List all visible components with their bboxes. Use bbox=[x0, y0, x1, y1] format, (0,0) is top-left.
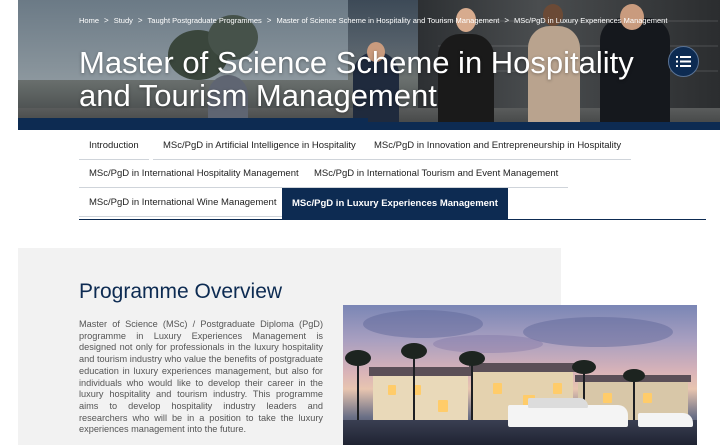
breadcrumb-taught-postgraduate-link[interactable]: Taught Postgraduate Programmes bbox=[148, 16, 262, 25]
cloud bbox=[523, 317, 673, 347]
overview-heading: Programme Overview bbox=[79, 280, 283, 303]
lit-window bbox=[493, 383, 502, 394]
lit-window bbox=[643, 393, 652, 403]
programme-tabs: Introduction MSc/PgD in Artificial Intel… bbox=[79, 131, 706, 220]
yacht bbox=[638, 413, 693, 427]
villa bbox=[373, 375, 468, 420]
list-icon bbox=[676, 56, 691, 67]
tab-introduction[interactable]: Introduction bbox=[79, 131, 149, 160]
lit-window bbox=[553, 383, 562, 394]
tab-international-hospitality[interactable]: MSc/PgD in International Hospitality Man… bbox=[79, 159, 309, 188]
tab-international-wine[interactable]: MSc/PgD in International Wine Management bbox=[79, 188, 287, 217]
breadcrumb-home-link[interactable]: Home bbox=[79, 16, 99, 25]
yacht bbox=[508, 405, 628, 427]
tab-luxury-experiences-active[interactable]: MSc/PgD in Luxury Experiences Management bbox=[282, 188, 508, 219]
page-title-line-2: and Tourism Management bbox=[79, 78, 437, 113]
palm-leaves bbox=[459, 351, 485, 366]
list-menu-button[interactable] bbox=[668, 46, 699, 77]
page-title: Master of Science Scheme in Hospitality … bbox=[79, 46, 639, 112]
breadcrumb-study-link[interactable]: Study bbox=[114, 16, 133, 25]
breadcrumb-separator-icon: > bbox=[504, 15, 510, 25]
lit-window bbox=[388, 385, 396, 395]
palm-leaves bbox=[345, 350, 371, 366]
tab-innovation-entrepreneurship[interactable]: MSc/PgD in Innovation and Entrepreneursh… bbox=[364, 131, 632, 160]
palm-leaves bbox=[572, 360, 596, 374]
cloud bbox=[363, 310, 483, 338]
lit-window bbox=[438, 400, 448, 412]
breadcrumb-separator-icon: > bbox=[137, 15, 143, 25]
yacht-cabin bbox=[528, 398, 588, 408]
hero-left-margin bbox=[0, 0, 18, 118]
breadcrumb-separator-icon: > bbox=[104, 15, 109, 25]
breadcrumb: Home > Study > Taught Postgraduate Progr… bbox=[79, 14, 667, 26]
hero-accent-band bbox=[368, 122, 720, 130]
tab-ai-in-hospitality[interactable]: MSc/PgD in Artificial Intelligence in Ho… bbox=[153, 131, 366, 160]
overview-body: Master of Science (MSc) / Postgraduate D… bbox=[79, 319, 323, 435]
breadcrumb-scheme-link[interactable]: Master of Science Scheme in Hospitality … bbox=[276, 16, 499, 25]
palm-trunk bbox=[357, 360, 359, 420]
villa-roof bbox=[369, 367, 472, 376]
breadcrumb-separator-icon: > bbox=[266, 15, 272, 25]
lit-window bbox=[603, 393, 612, 403]
marina-photo bbox=[343, 305, 697, 445]
palm-trunk bbox=[471, 360, 473, 420]
palm-leaves bbox=[623, 369, 645, 382]
hero-banner: Home > Study > Taught Postgraduate Progr… bbox=[0, 0, 720, 130]
villa-roof bbox=[469, 363, 577, 372]
cloud bbox=[433, 335, 543, 353]
hero-accent-band bbox=[18, 118, 368, 130]
page-title-line-1: Master of Science Scheme in Hospitality bbox=[79, 45, 634, 80]
tab-international-tourism-event[interactable]: MSc/PgD in International Tourism and Eve… bbox=[304, 159, 569, 188]
breadcrumb-current: MSc/PgD in Luxury Experiences Management bbox=[514, 15, 668, 25]
palm-leaves bbox=[401, 343, 427, 359]
palm-trunk bbox=[413, 353, 415, 420]
